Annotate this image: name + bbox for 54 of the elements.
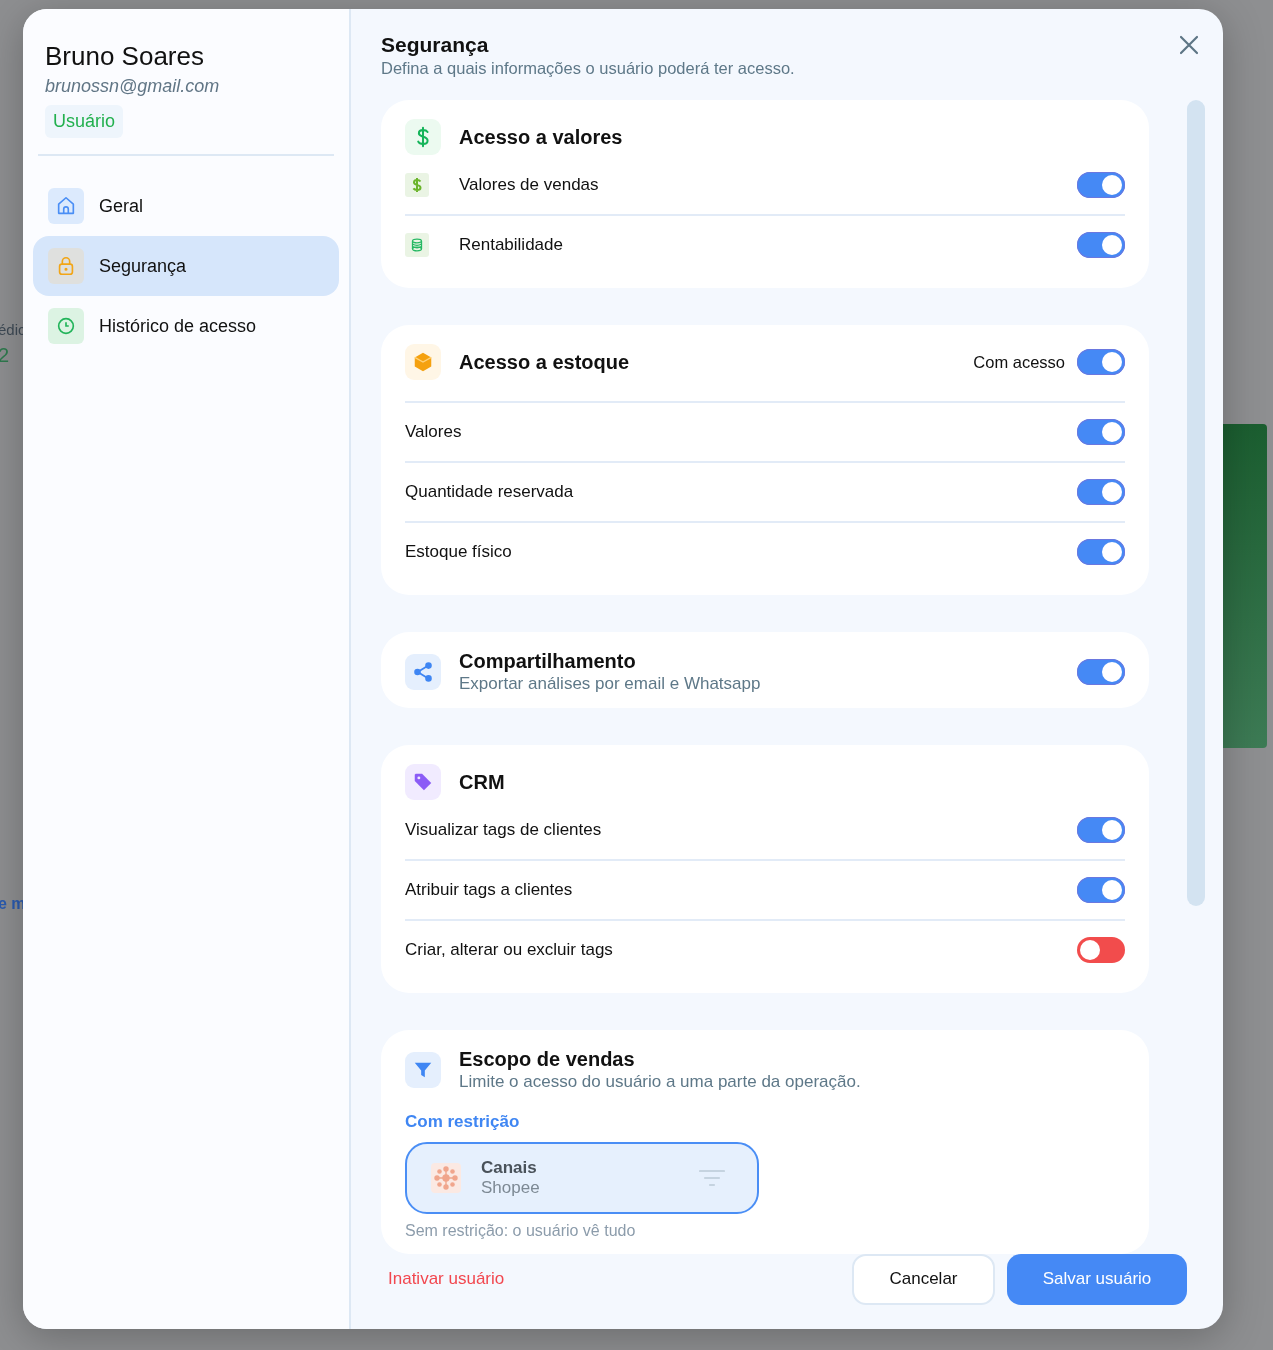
share-icon	[405, 654, 441, 690]
funnel-icon	[405, 1052, 441, 1088]
toggle-switch[interactable]	[1077, 817, 1125, 843]
home-icon	[48, 188, 84, 224]
clock-icon	[48, 308, 84, 344]
sidebar-item[interactable]: Geral	[33, 176, 339, 236]
section-title: Acesso a estoque	[459, 350, 631, 374]
toggle-switch[interactable]	[1077, 877, 1125, 903]
filter-card[interactable]: Canais Shopee	[405, 1142, 759, 1214]
close-icon[interactable]	[1179, 35, 1199, 55]
panel-title: Segurança	[381, 33, 489, 57]
setting-label: Atribuir tags a clientes	[405, 880, 574, 900]
toggle-switch[interactable]	[1077, 479, 1125, 505]
coins-icon	[405, 233, 429, 257]
toggle-switch[interactable]	[1077, 349, 1125, 375]
restriction-label: Com restrição	[405, 1112, 521, 1132]
lock-icon	[48, 248, 84, 284]
network-icon	[431, 1163, 461, 1193]
toggle-switch[interactable]	[1077, 172, 1125, 198]
setting-label: Estoque físico	[405, 542, 513, 562]
section-subtitle: Limite o acesso do usuário a uma parte da operação.	[459, 1072, 862, 1092]
scope-note: Sem restrição: o usuário vê tudo	[405, 1222, 637, 1240]
section-subtitle: Exportar análises por email e Whatsapp	[459, 674, 762, 694]
filter-title: Canais	[481, 1158, 538, 1178]
setting-label: Visualizar tags de clientes	[405, 820, 603, 840]
setting-label: Rentabilidade	[459, 235, 564, 255]
setting-label: Criar, alterar ou excluir tags	[405, 940, 614, 960]
section-title: Acesso a valores	[459, 125, 624, 149]
cancel-button[interactable]: Cancelar	[852, 1253, 995, 1305]
filter-icon	[699, 1169, 725, 1187]
section-title: Escopo de vendas	[459, 1048, 636, 1071]
toggle-switch[interactable]	[1077, 232, 1125, 258]
box-icon	[405, 344, 441, 380]
filter-value: Shopee	[481, 1178, 541, 1198]
user-email: brunossn@gmail.com	[45, 76, 220, 97]
setting-label: Valores	[405, 422, 463, 442]
dollar-icon	[405, 173, 429, 197]
scrollbar[interactable]	[1187, 100, 1205, 906]
sidebar-item[interactable]: Histórico de acesso	[33, 296, 339, 356]
toggle-switch[interactable]	[1077, 419, 1125, 445]
sidebar-item[interactable]: Segurança	[33, 236, 339, 296]
user-name: Bruno Soares	[45, 41, 204, 72]
access-status: Com acesso	[973, 352, 1065, 372]
setting-label: Quantidade reservada	[405, 482, 575, 502]
toggle-switch[interactable]	[1077, 539, 1125, 565]
toggle-switch[interactable]	[1077, 659, 1125, 685]
section-title: Compartilhamento	[459, 650, 637, 673]
setting-label: Valores de vendas	[459, 175, 600, 195]
dollar-icon	[405, 119, 441, 155]
toggle-switch[interactable]	[1077, 937, 1125, 963]
tag-icon	[405, 764, 441, 800]
panel-subtitle: Defina a quais informações o usuário poderá ter acesso.	[381, 59, 795, 78]
section-title: CRM	[459, 770, 506, 794]
role-badge: Usuário	[45, 105, 124, 138]
